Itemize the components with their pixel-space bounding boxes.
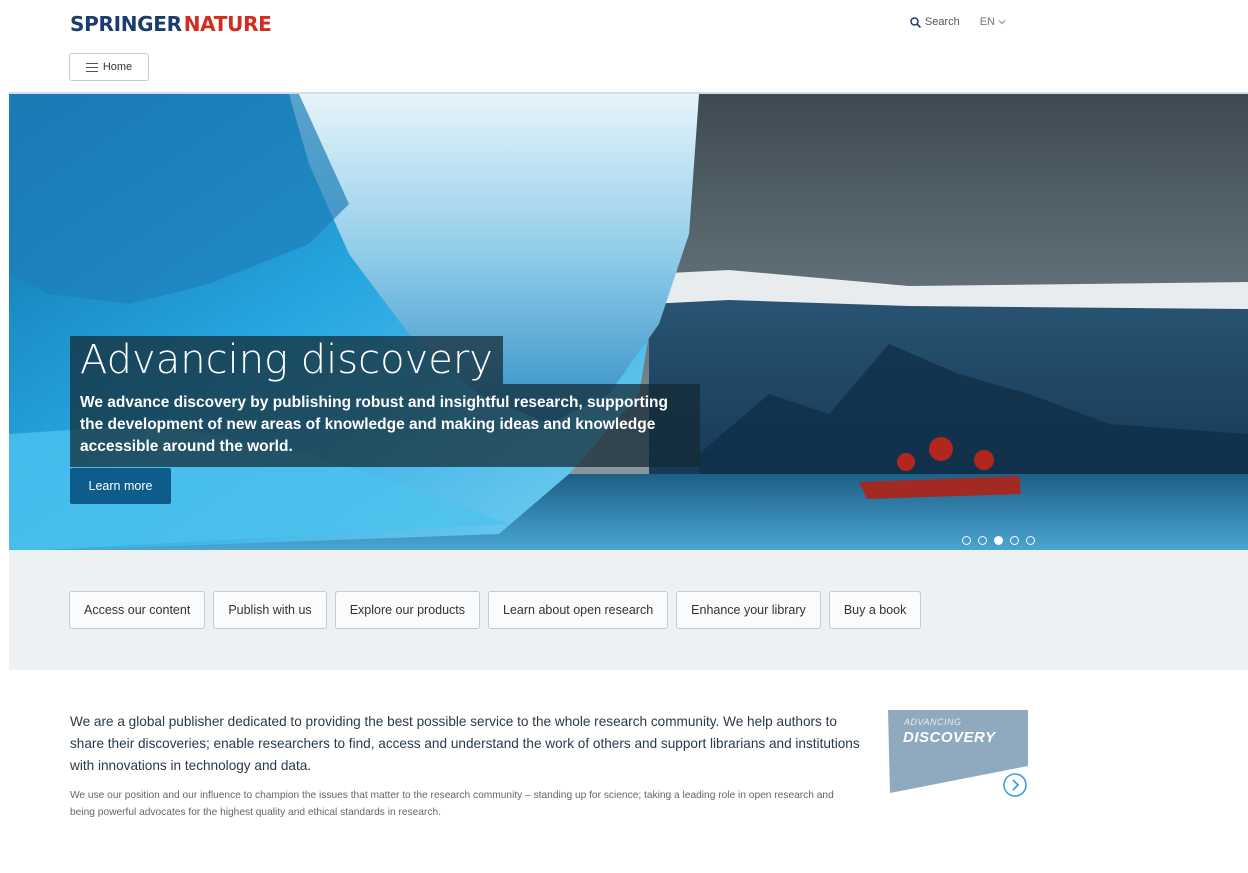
carousel-dot-5[interactable] <box>1026 536 1035 545</box>
language-selector[interactable]: EN <box>980 16 1006 28</box>
hero-image <box>9 94 1248 550</box>
quicklink-products[interactable]: Explore our products <box>334 591 481 629</box>
quicklinks-row: Access our content Publish with us Explo… <box>69 591 922 629</box>
quicklink-open-research[interactable]: Learn about open research <box>488 591 669 629</box>
springer-nature-logo[interactable]: SPRINGER NATURE <box>70 12 272 36</box>
quicklink-library[interactable]: Enhance your library <box>676 591 821 629</box>
carousel-dot-3[interactable] <box>994 536 1003 545</box>
quicklinks-section: Access our content Publish with us Explo… <box>9 550 1248 670</box>
hamburger-icon <box>85 62 98 72</box>
chevron-down-icon <box>998 20 1006 25</box>
hero-carousel: Advancing discovery We advance discovery… <box>9 92 1248 550</box>
circle-arrow-right-icon[interactable] <box>1002 772 1028 798</box>
carousel-dot-2[interactable] <box>978 536 987 545</box>
search-link[interactable]: Search <box>910 16 960 28</box>
learn-more-button[interactable]: Learn more <box>70 468 171 504</box>
badge-line1: ADVANCING <box>904 717 962 727</box>
search-label: Search <box>924 16 960 28</box>
carousel-dot-1[interactable] <box>962 536 971 545</box>
home-menu-button[interactable]: Home <box>69 53 149 81</box>
quicklink-buy-book[interactable]: Buy a book <box>828 591 922 629</box>
advancing-discovery-badge[interactable]: ADVANCING DISCOVERY <box>888 710 1028 798</box>
badge-line2: DISCOVERY <box>903 729 996 746</box>
site-header: SPRINGER NATURE Search EN Home <box>0 0 1248 92</box>
quicklink-publish[interactable]: Publish with us <box>213 591 327 629</box>
quicklink-access-content[interactable]: Access our content <box>69 591 206 629</box>
intro-main-text: We are a global publisher dedicated to p… <box>70 714 860 773</box>
carousel-dot-4[interactable] <box>1010 536 1019 545</box>
logo-nature-text: NATURE <box>183 12 272 36</box>
intro-section: We are a global publisher dedicated to p… <box>70 711 860 821</box>
language-label: EN <box>979 16 995 28</box>
hero-description: We advance discovery by publishing robus… <box>70 384 700 467</box>
logo-springer-text: SPRINGER <box>70 12 182 36</box>
header-tools: Search EN <box>910 16 1006 28</box>
intro-sub-text: We use our position and our influence to… <box>70 790 834 818</box>
carousel-dots <box>962 536 1035 545</box>
magnifier-icon <box>910 16 921 28</box>
home-label: Home <box>102 61 133 73</box>
hero-title: Advancing discovery <box>70 336 503 384</box>
